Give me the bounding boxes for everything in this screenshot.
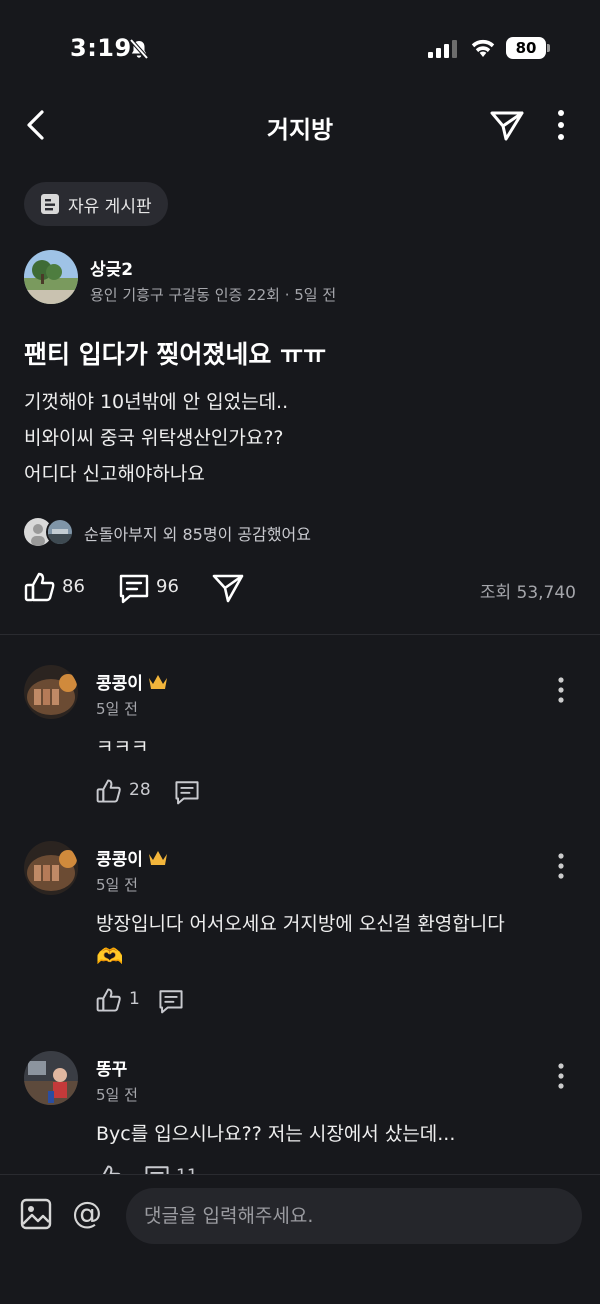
battery-nub <box>547 44 550 52</box>
comment-input[interactable] <box>126 1188 582 1244</box>
comment-time: 5일 전 <box>96 700 138 718</box>
comment-like-button[interactable] <box>96 987 122 1013</box>
heart-hands-emoji: 🫶 <box>96 945 124 970</box>
board-document-icon <box>40 193 60 215</box>
comment-reply-button[interactable] <box>158 988 184 1014</box>
post-body-line: 기껏해야 10년밖에 안 입었는데.. <box>24 391 289 413</box>
comment-reply-button[interactable] <box>174 779 200 805</box>
bell-muted-icon <box>128 38 150 60</box>
comment-like-button[interactable] <box>96 778 122 804</box>
post-body-line: 비와이씨 중국 위탁생산인가요?? <box>24 427 284 449</box>
comment-body-text: 방장입니다 어서오세요 거지방에 오신걸 환영합니다 <box>96 913 505 935</box>
comment-avatar[interactable] <box>24 1051 78 1105</box>
comment-author-name: 콩콩이 <box>96 674 143 694</box>
view-count: 조회 53,740 <box>479 583 576 603</box>
board-chip-label: 자유 게시판 <box>68 196 152 217</box>
board-chip[interactable]: 자유 게시판 <box>24 182 168 226</box>
status-time: 3:19 <box>70 34 132 62</box>
comment-like-count: 28 <box>129 780 151 800</box>
share-send-button[interactable] <box>488 107 526 143</box>
like-count: 86 <box>62 576 85 597</box>
comment-avatar[interactable] <box>24 665 78 719</box>
comment-more-button[interactable] <box>548 1062 574 1090</box>
wifi-icon <box>470 37 496 59</box>
author-meta: 용인 기흥구 구갈동 인증 22회 · 5일 전 <box>90 286 337 304</box>
comment-body: ㅋㅋㅋ <box>96 736 149 758</box>
comment-body: 방장입니다 어서오세요 거지방에 오신걸 환영합니다 🫶 <box>96 907 586 975</box>
mention-button[interactable]: @ <box>72 1196 102 1231</box>
author-avatar[interactable] <box>24 250 78 304</box>
comment-more-button[interactable] <box>548 852 574 880</box>
like-button[interactable] <box>24 571 56 603</box>
comment-author[interactable]: 똥꾸 <box>96 1055 127 1080</box>
comment-button[interactable] <box>118 572 150 604</box>
comment-author[interactable]: 콩콩이 <box>96 845 169 870</box>
author-name[interactable]: 상긎2 <box>90 255 133 280</box>
comment-like-count: 1 <box>129 989 140 1009</box>
section-divider <box>0 634 600 635</box>
crown-icon <box>147 849 169 867</box>
share-button[interactable] <box>212 572 244 604</box>
cellular-signal-icon <box>428 40 460 58</box>
post-body-line: 어디다 신고해야하나요 <box>24 463 205 485</box>
battery-level: 80 <box>506 37 546 59</box>
liker-avatar <box>46 518 74 546</box>
comment-more-button[interactable] <box>548 676 574 704</box>
comment-avatar[interactable] <box>24 841 78 895</box>
post-body: 기껏해야 10년밖에 안 입었는데.. 비와이씨 중국 위탁생산인가요?? 어디… <box>24 384 288 492</box>
comment-author-name: 똥꾸 <box>96 1060 128 1080</box>
comment-count: 96 <box>156 576 179 597</box>
image-attach-button[interactable] <box>20 1198 52 1230</box>
likers-summary[interactable]: 순돌아부지 외 85명이 공감했어요 <box>84 521 311 545</box>
comment-body: Byc를 입으시나요?? 저는 시장에서 샀는데... <box>96 1123 456 1145</box>
post-title: 팬티 입다가 찢어졌네요 ㅠㅠ <box>24 340 327 369</box>
comment-author-name: 콩콩이 <box>96 850 143 870</box>
more-options-button[interactable] <box>548 108 574 142</box>
comment-time: 5일 전 <box>96 876 138 894</box>
comment-author[interactable]: 콩콩이 <box>96 669 169 694</box>
comment-time: 5일 전 <box>96 1086 138 1104</box>
crown-icon <box>147 673 169 691</box>
